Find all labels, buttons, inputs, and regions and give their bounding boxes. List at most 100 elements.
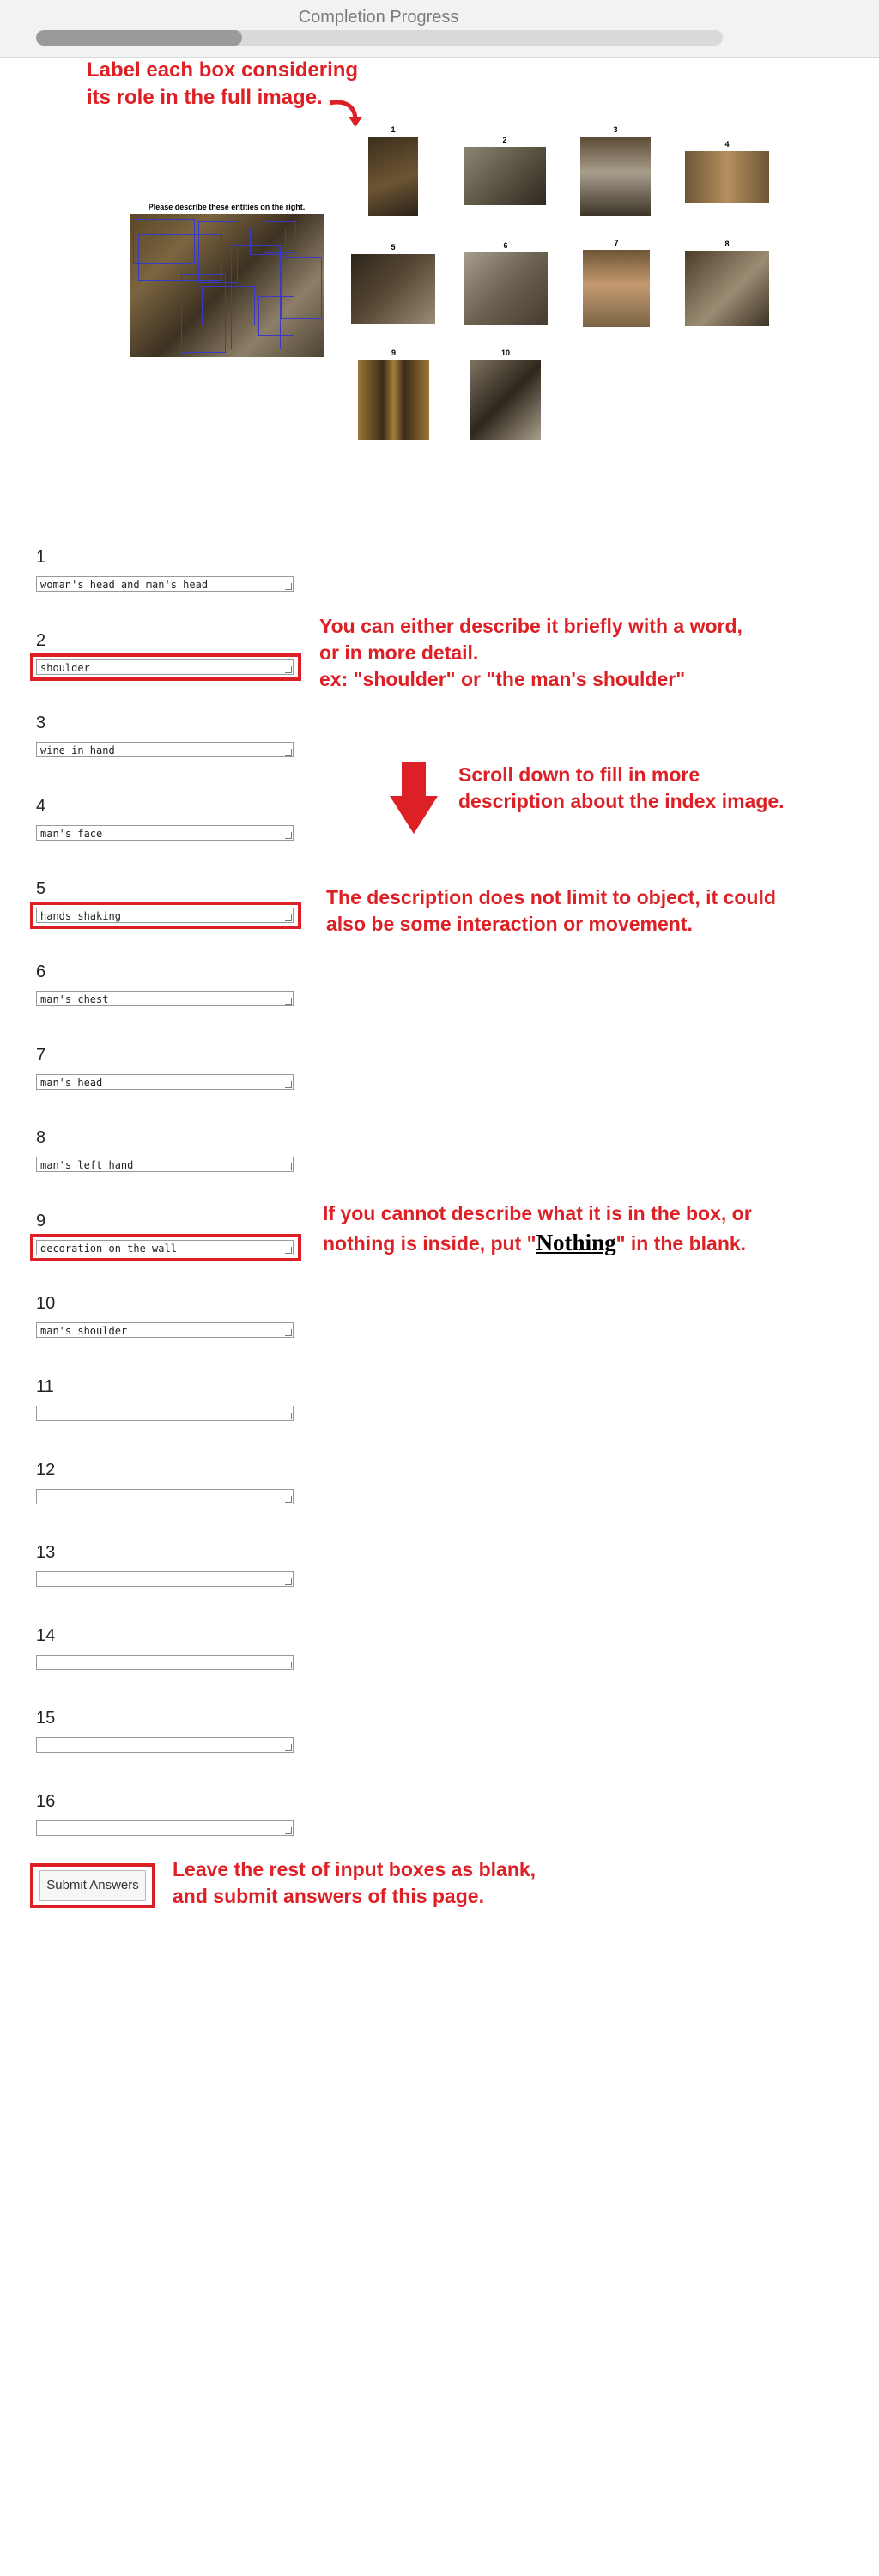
progress-title: Completion Progress	[298, 8, 459, 27]
thumbnail-4: 4	[685, 140, 769, 203]
thumbnail-image	[368, 137, 418, 216]
resize-grip-icon[interactable]	[285, 1329, 292, 1336]
description-textarea[interactable]	[36, 1737, 294, 1753]
thumbnail-5: 5	[351, 243, 435, 324]
description-textarea[interactable]	[36, 1571, 294, 1587]
annotation-scroll-down: Scroll down to fill in more description …	[458, 762, 785, 815]
annotation-interaction: The description does not limit to object…	[326, 884, 776, 938]
description-field-12: 12	[36, 1461, 294, 1504]
textarea-value: man's left hand	[40, 1159, 134, 1171]
textarea-value: man's shoulder	[40, 1325, 128, 1337]
index-image-title: Please describe these entities on the ri…	[148, 203, 306, 211]
resize-grip-icon[interactable]	[285, 583, 292, 590]
resize-grip-icon[interactable]	[285, 1744, 292, 1751]
resize-grip-icon[interactable]	[285, 1662, 292, 1668]
description-textarea[interactable]	[36, 1406, 294, 1421]
annotation-leave-blank: Leave the rest of input boxes as blank, …	[173, 1856, 536, 1910]
description-field-15: 15	[36, 1709, 294, 1753]
field-label: 7	[36, 1046, 46, 1065]
annotation-nothing-line-2: nothing is inside, put "Nothing" in the …	[323, 1230, 747, 1256]
field-label: 14	[36, 1626, 56, 1645]
annotation-label-boxes-line-1: Label each box considering	[87, 58, 359, 82]
description-textarea[interactable]: man's head	[36, 1074, 294, 1090]
description-textarea[interactable]: woman's head and man's head	[36, 576, 294, 592]
description-field-3: 3 wine in hand	[36, 714, 294, 757]
annotation-label-boxes-line-2: its role in the full image.	[87, 86, 323, 110]
description-field-9: 9 decoration on the wall	[36, 1212, 294, 1255]
textarea-value: man's head	[40, 1077, 103, 1089]
thumbnail-image	[470, 360, 541, 440]
description-field-4: 4 man's face	[36, 797, 294, 841]
description-textarea[interactable]: man's chest	[36, 991, 294, 1006]
annotation-nothing-line-1: If you cannot describe what it is in the…	[323, 1202, 752, 1224]
field-label: 13	[36, 1543, 56, 1562]
field-highlight-box	[30, 902, 301, 929]
resize-grip-icon[interactable]	[285, 1413, 292, 1419]
thumbnail-number: 6	[503, 241, 508, 250]
bbox-10	[181, 274, 226, 353]
thumbnail-6: 6	[464, 241, 548, 325]
annotation-leave-blank-line-2: and submit answers of this page.	[173, 1885, 484, 1908]
annotation-label-boxes: Label each box considering its role in t…	[87, 57, 358, 112]
thumbnail-number: 4	[724, 140, 730, 149]
description-textarea[interactable]: man's shoulder	[36, 1322, 294, 1338]
field-label: 16	[36, 1792, 56, 1811]
field-highlight-box	[30, 653, 301, 681]
resize-grip-icon[interactable]	[285, 1081, 292, 1088]
progress-bar-fill	[36, 30, 242, 46]
resize-grip-icon[interactable]	[285, 1578, 292, 1585]
description-textarea[interactable]	[36, 1655, 294, 1670]
description-field-13: 13	[36, 1543, 294, 1587]
field-highlight-box	[30, 1234, 301, 1261]
bbox-9	[281, 257, 322, 319]
resize-grip-icon[interactable]	[285, 1496, 292, 1503]
annotation-example: ex: "shoulder" or "the man's shoulder"	[319, 668, 686, 691]
index-image	[130, 214, 324, 357]
field-label: 4	[36, 797, 46, 816]
description-field-1: 1 woman's head and man's head	[36, 548, 294, 592]
annotation-interaction-line-1: The description does not limit to object…	[326, 886, 776, 908]
annotation-nothing-suffix: in the blank.	[625, 1232, 747, 1255]
resize-grip-icon[interactable]	[285, 749, 292, 756]
down-arrow-icon	[390, 762, 438, 834]
resize-grip-icon[interactable]	[285, 998, 292, 1005]
annotation-scroll-down-line-2: description about the index image.	[458, 790, 785, 813]
index-image-panel: Please describe these entities on the ri…	[130, 203, 324, 359]
description-textarea[interactable]: man's left hand	[36, 1157, 294, 1172]
field-label: 12	[36, 1461, 56, 1479]
field-label: 9	[36, 1212, 46, 1230]
thumbnail-number: 7	[614, 239, 619, 247]
thumbnail-image	[358, 360, 429, 440]
thumbnail-number: 3	[613, 125, 618, 134]
annotation-describe-detail-line-1: You can either describe it briefly with …	[319, 615, 743, 637]
progress-header: Completion Progress	[0, 0, 879, 58]
resize-grip-icon[interactable]	[285, 832, 292, 839]
field-label: 8	[36, 1128, 46, 1147]
thumbnail-number: 2	[502, 136, 507, 144]
annotation-nothing-prefix: nothing is inside, put	[323, 1232, 527, 1255]
thumbnail-image	[351, 254, 435, 324]
thumbnail-9: 9	[358, 349, 429, 440]
description-textarea[interactable]	[36, 1820, 294, 1836]
description-textarea[interactable]	[36, 1489, 294, 1504]
description-field-11: 11	[36, 1377, 294, 1421]
thumbnail-number: 9	[391, 349, 396, 357]
thumbnail-number: 1	[391, 125, 396, 134]
progress-bar	[36, 30, 723, 46]
curved-arrow-icon	[329, 100, 362, 127]
description-textarea[interactable]: wine in hand	[36, 742, 294, 757]
thumbnail-image	[685, 251, 769, 326]
textarea-value: woman's head and man's head	[40, 579, 209, 591]
thumbnail-7: 7	[583, 239, 650, 327]
description-field-14: 14	[36, 1626, 294, 1670]
field-label: 11	[36, 1377, 54, 1396]
description-field-6: 6 man's chest	[36, 963, 294, 1006]
resize-grip-icon[interactable]	[285, 1827, 292, 1834]
description-textarea[interactable]: man's face	[36, 825, 294, 841]
thumbnail-image	[464, 252, 548, 325]
annotation-describe-detail: You can either describe it briefly with …	[319, 613, 743, 693]
thumbnail-image	[583, 250, 650, 327]
thumbnail-10: 10	[470, 349, 541, 440]
resize-grip-icon[interactable]	[285, 1163, 292, 1170]
submit-answers-button[interactable]: Submit Answers	[39, 1870, 146, 1901]
